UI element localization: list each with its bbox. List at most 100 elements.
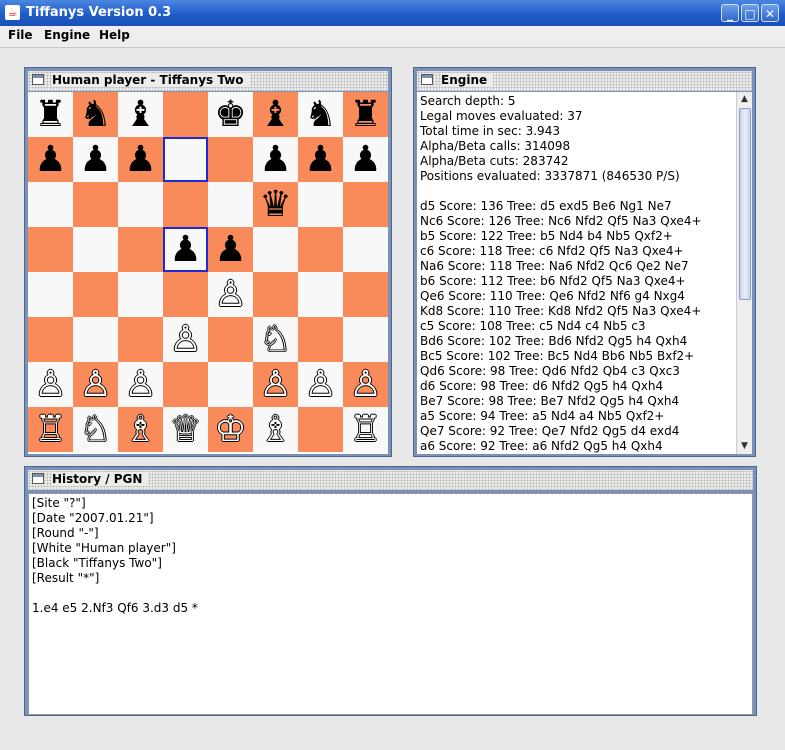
square-b6[interactable] [73, 182, 118, 227]
close-button[interactable]: ✕ [761, 4, 779, 22]
square-b1[interactable]: ♘ [73, 407, 118, 452]
square-c6[interactable] [118, 182, 163, 227]
square-a1[interactable]: ♖ [28, 407, 73, 452]
square-f6[interactable]: ♛ [253, 182, 298, 227]
square-d8[interactable] [163, 92, 208, 137]
minimize-button[interactable]: _ [721, 4, 739, 22]
engine-output-line [420, 184, 702, 199]
pgn-text-area[interactable]: [Site "?"] [Date "2007.01.21"] [Round "-"]… [28, 493, 753, 715]
square-f3[interactable]: ♘ [253, 317, 298, 362]
maximize-button[interactable]: □ [741, 4, 759, 22]
square-h8[interactable]: ♜ [343, 92, 388, 137]
board-panel: ♜ ♞ ♝ ♚ ♝ ♞ ♜ ♟ ♟ ♟ ♟ ♟ ♟ ♛ ♟ ♟ ♙ ♙ ♘ ♙ ♙ ♙ ♙ ♙ ♙ ♖ ♘ ♗ ♕ ♔ ♗ ♖ [28, 92, 388, 454]
scroll-thumb[interactable] [739, 108, 751, 300]
square-a4[interactable] [28, 272, 73, 317]
square-g5[interactable] [298, 227, 343, 272]
engine-output-line: Qd6 Score: 98 Tree: Qd6 Nfd2 Qb4 c3 Qxc3 [420, 364, 680, 378]
engine-output-line: Na6 Score: 118 Tree: Na6 Nfd2 Qc6 Qe2 Ne… [420, 259, 689, 273]
square-d3[interactable]: ♙ [163, 317, 208, 362]
square-e2[interactable] [208, 362, 253, 407]
pgn-line: [Site "?"] [32, 496, 86, 510]
scroll-up-arrow-icon[interactable]: ▲ [737, 92, 752, 107]
board-frame: Human player - Tiffanys Two ♜ ♞ ♝ ♚ ♝ ♞ ♜ ♟ ♟ ♟ ♟ ♟… [24, 67, 392, 457]
square-a5[interactable] [28, 227, 73, 272]
square-c2[interactable]: ♙ [118, 362, 163, 407]
engine-frame: Engine Search depth: 5 Legal moves evalua… [413, 67, 756, 457]
square-c8[interactable]: ♝ [118, 92, 163, 137]
square-d1[interactable]: ♕ [163, 407, 208, 452]
menu-help[interactable]: Help [99, 28, 130, 42]
frame-window-icon [32, 74, 44, 85]
square-b2[interactable]: ♙ [73, 362, 118, 407]
engine-scrollbar[interactable]: ▲ ▼ [736, 92, 752, 454]
square-h5[interactable] [343, 227, 388, 272]
square-b7[interactable]: ♟ [73, 137, 118, 182]
engine-frame-title-bar[interactable]: Engine [417, 71, 752, 91]
square-e3[interactable] [208, 317, 253, 362]
square-a3[interactable] [28, 317, 73, 362]
square-f4[interactable] [253, 272, 298, 317]
window-title-bar[interactable]: ☕ Tiffanys Version 0.3 _ □ ✕ [0, 0, 785, 26]
square-b5[interactable] [73, 227, 118, 272]
engine-frame-title: Engine [441, 73, 494, 87]
square-f8[interactable]: ♝ [253, 92, 298, 137]
history-frame-title: History / PGN [52, 472, 149, 486]
menu-engine[interactable]: Engine [44, 28, 90, 42]
square-f7[interactable]: ♟ [253, 137, 298, 182]
square-a2[interactable]: ♙ [28, 362, 73, 407]
square-h6[interactable] [343, 182, 388, 227]
square-e6[interactable] [208, 182, 253, 227]
square-d4[interactable] [163, 272, 208, 317]
engine-output-line: Search depth: 5 [420, 94, 516, 108]
square-d6[interactable] [163, 182, 208, 227]
board-frame-title-bar[interactable]: Human player - Tiffanys Two [28, 71, 388, 91]
square-h7[interactable]: ♟ [343, 137, 388, 182]
engine-output-line: a5 Score: 94 Tree: a5 Nd4 a4 Nb5 Qxf2+ [420, 409, 665, 423]
square-g7[interactable]: ♟ [298, 137, 343, 182]
engine-output-line: Bd6 Score: 102 Tree: Bd6 Nfd2 Qg5 h4 Qxh… [420, 334, 688, 348]
square-c1[interactable]: ♗ [118, 407, 163, 452]
square-d5[interactable]: ♟ [163, 227, 208, 272]
square-g3[interactable] [298, 317, 343, 362]
square-b3[interactable] [73, 317, 118, 362]
square-h4[interactable] [343, 272, 388, 317]
square-g8[interactable]: ♞ [298, 92, 343, 137]
square-f2[interactable]: ♙ [253, 362, 298, 407]
square-c4[interactable] [118, 272, 163, 317]
engine-output-line: Kd8 Score: 110 Tree: Kd8 Nfd2 Qf5 Na3 Qx… [420, 304, 702, 318]
square-a6[interactable] [28, 182, 73, 227]
square-e4[interactable]: ♙ [208, 272, 253, 317]
square-f5[interactable] [253, 227, 298, 272]
square-h3[interactable] [343, 317, 388, 362]
engine-output-text: Search depth: 5 Legal moves evaluated: 37… [420, 94, 702, 454]
square-f1[interactable]: ♗ [253, 407, 298, 452]
square-e8[interactable]: ♚ [208, 92, 253, 137]
square-g6[interactable] [298, 182, 343, 227]
square-b8[interactable]: ♞ [73, 92, 118, 137]
history-frame-title-bar[interactable]: History / PGN [28, 470, 753, 490]
square-c3[interactable] [118, 317, 163, 362]
square-e5[interactable]: ♟ [208, 227, 253, 272]
engine-output-line: c5 Score: 108 Tree: c5 Nd4 c4 Nb5 c3 [420, 319, 646, 333]
square-g2[interactable]: ♙ [298, 362, 343, 407]
engine-output-line: Alpha/Beta cuts: 283742 [420, 154, 569, 168]
square-b4[interactable] [73, 272, 118, 317]
square-c7[interactable]: ♟ [118, 137, 163, 182]
pgn-text: [Site "?"] [Date "2007.01.21"] [Round "-"]… [32, 496, 198, 616]
square-h2[interactable]: ♙ [343, 362, 388, 407]
square-a8[interactable]: ♜ [28, 92, 73, 137]
square-a7[interactable]: ♟ [28, 137, 73, 182]
square-g1[interactable] [298, 407, 343, 452]
menu-file[interactable]: File [8, 28, 33, 42]
square-e7[interactable] [208, 137, 253, 182]
square-c5[interactable] [118, 227, 163, 272]
frame-window-icon [32, 473, 44, 484]
square-d2[interactable] [163, 362, 208, 407]
square-h1[interactable]: ♖ [343, 407, 388, 452]
chess-board[interactable]: ♜ ♞ ♝ ♚ ♝ ♞ ♜ ♟ ♟ ♟ ♟ ♟ ♟ ♛ ♟ ♟ ♙ ♙ ♘ ♙ ♙ ♙ ♙ ♙ ♙ ♖ ♘ ♗ ♕ ♔ ♗ ♖ [28, 92, 388, 452]
engine-output-line: d6 Score: 98 Tree: d6 Nfd2 Qg5 h4 Qxh4 [420, 379, 664, 393]
square-g4[interactable] [298, 272, 343, 317]
square-e1[interactable]: ♔ [208, 407, 253, 452]
scroll-down-arrow-icon[interactable]: ▼ [737, 439, 752, 454]
square-d7[interactable] [163, 137, 208, 182]
